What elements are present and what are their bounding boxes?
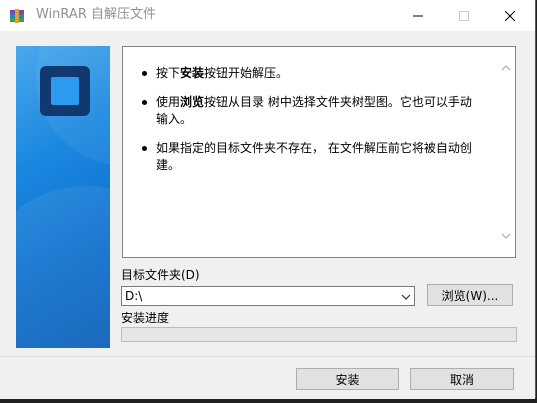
install-button[interactable]: 安装	[296, 368, 399, 390]
cancel-button[interactable]: 取消	[410, 368, 514, 390]
browse-button[interactable]: 浏览(W)...	[427, 284, 513, 306]
dest-folder-value[interactable]: D:\	[125, 289, 142, 304]
sfx-window: WinRAR 自解压文件 按下安装按钮开始解压。 使用浏览按钮从目录 树中选择文…	[0, 0, 536, 399]
instruction-item: 使用浏览按钮从目录 树中选择文件夹树型图。它也可以手动输入。	[142, 94, 476, 128]
instruction-item: 按下安装按钮开始解压。	[142, 65, 476, 82]
window-title: WinRAR 自解压文件	[36, 7, 156, 22]
dropdown-icon[interactable]	[400, 291, 412, 303]
dest-folder-combo[interactable]: D:\	[121, 286, 415, 306]
winrar-icon	[9, 8, 25, 24]
maximize-icon	[459, 10, 469, 21]
maximize-button[interactable]	[441, 0, 487, 31]
title-bar[interactable]: WinRAR 自解压文件	[0, 0, 535, 31]
close-button[interactable]	[487, 0, 533, 31]
install-progress-bar	[121, 327, 517, 342]
instruction-item: 如果指定的目标文件夹不存在， 在文件解压前它将被自动创建。	[142, 140, 476, 174]
footer-area: 安装 取消	[0, 356, 535, 399]
close-icon	[505, 10, 515, 21]
banner-logo	[40, 66, 90, 116]
side-banner	[16, 46, 110, 348]
scroll-down-icon[interactable]	[501, 231, 511, 241]
minimize-button[interactable]	[395, 0, 441, 31]
minimize-icon	[413, 15, 423, 16]
instructions-box: 按下安装按钮开始解压。 使用浏览按钮从目录 树中选择文件夹树型图。它也可以手动输…	[122, 46, 516, 258]
dest-folder-label: 目标文件夹(D)	[121, 268, 200, 282]
scroll-up-icon[interactable]	[501, 63, 511, 73]
instructions-list: 按下安装按钮开始解压。 使用浏览按钮从目录 树中选择文件夹树型图。它也可以手动输…	[142, 65, 476, 186]
progress-label: 安装进度	[121, 311, 170, 325]
vertical-scrollbar[interactable]	[498, 47, 515, 257]
